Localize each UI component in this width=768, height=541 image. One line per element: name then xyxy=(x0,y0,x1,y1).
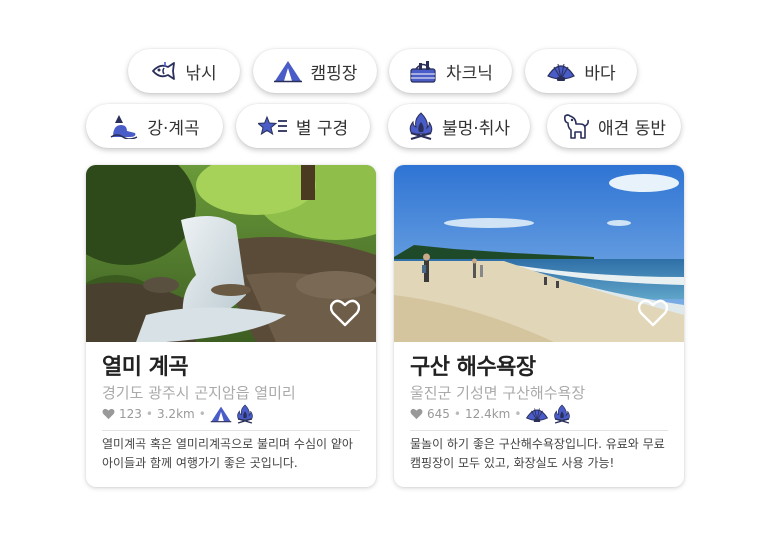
category-chip-sea[interactable]: 바다 xyxy=(525,49,637,93)
distance: 3.2km xyxy=(156,407,195,421)
heart-filled-icon xyxy=(410,408,423,420)
place-title: 열미 계곡 xyxy=(102,355,189,380)
separator-dot: • xyxy=(145,407,153,421)
campfire-icon xyxy=(237,404,253,424)
separator-dot: • xyxy=(514,407,522,421)
seashell-icon xyxy=(526,408,549,422)
place-description: 물놀이 하기 좋은 구산해수욕장입니다. 유료와 무료 캠핑장이 모두 있고, … xyxy=(410,437,665,470)
place-meta: 123 • 3.2km • xyxy=(102,404,254,424)
place-card[interactable]: 열미 계곡 경기도 광주시 곤지암읍 열미리 123 • 3.2km • 열미계… xyxy=(86,165,376,487)
category-label: 불멍·취사 xyxy=(442,118,510,139)
category-label: 애견 동반 xyxy=(598,118,666,139)
category-chip-picnic[interactable]: 차크닉 xyxy=(389,49,512,93)
place-meta: 645 • 12.4km • xyxy=(410,404,571,424)
category-label: 낚시 xyxy=(185,63,217,84)
place-title: 구산 해수욕장 xyxy=(410,355,536,380)
separator-dot: • xyxy=(453,407,461,421)
divider xyxy=(102,430,360,431)
category-label: 별 구경 xyxy=(295,118,349,139)
like-count: 645 xyxy=(427,407,450,421)
place-address: 울진군 기성면 구산해수욕장 xyxy=(410,384,586,402)
divider xyxy=(410,430,668,431)
star-gazing-icon xyxy=(257,115,287,136)
category-label: 바다 xyxy=(584,63,616,84)
campfire-icon xyxy=(409,112,433,140)
category-row-1: 낚시 캠핑장 차크닉 바다 xyxy=(0,49,768,93)
category-label: 캠핑장 xyxy=(310,63,358,84)
category-label: 강·계곡 xyxy=(147,118,200,139)
category-chip-stars[interactable]: 별 구경 xyxy=(236,104,370,148)
heart-filled-icon xyxy=(102,408,115,420)
tent-icon xyxy=(273,61,302,83)
place-description: 열미계곡 혹은 열미리계곡으로 불리며 수심이 얕아 아이들과 함께 여행가기 … xyxy=(102,437,353,470)
river-icon xyxy=(110,115,138,139)
category-chip-river[interactable]: 강·계곡 xyxy=(86,104,223,148)
category-chip-camping[interactable]: 캠핑장 xyxy=(253,49,377,93)
seashell-icon xyxy=(547,63,576,81)
place-photo-valley xyxy=(86,165,376,342)
like-count: 123 xyxy=(119,407,142,421)
campfire-icon xyxy=(554,404,571,424)
fishing-icon xyxy=(152,62,176,80)
separator-dot: • xyxy=(198,407,206,421)
category-row-2: 강·계곡 별 구경 불멍·취사 애견 동반 xyxy=(0,104,768,148)
dog-icon xyxy=(564,114,590,139)
heart-icon[interactable] xyxy=(638,299,668,327)
place-photo-beach xyxy=(394,165,684,342)
heart-icon[interactable] xyxy=(330,299,360,327)
category-chip-pets[interactable]: 애견 동반 xyxy=(547,104,681,148)
distance: 12.4km xyxy=(464,407,511,421)
tent-icon xyxy=(210,406,232,423)
place-address: 경기도 광주시 곤지암읍 열미리 xyxy=(102,384,296,402)
category-chip-fishing[interactable]: 낚시 xyxy=(128,49,240,93)
place-card[interactable]: 구산 해수욕장 울진군 기성면 구산해수욕장 645 • 12.4km • 물놀… xyxy=(394,165,684,487)
category-chip-campfire[interactable]: 불멍·취사 xyxy=(388,104,530,148)
picnic-basket-icon xyxy=(410,61,436,83)
category-label: 차크닉 xyxy=(446,63,493,84)
